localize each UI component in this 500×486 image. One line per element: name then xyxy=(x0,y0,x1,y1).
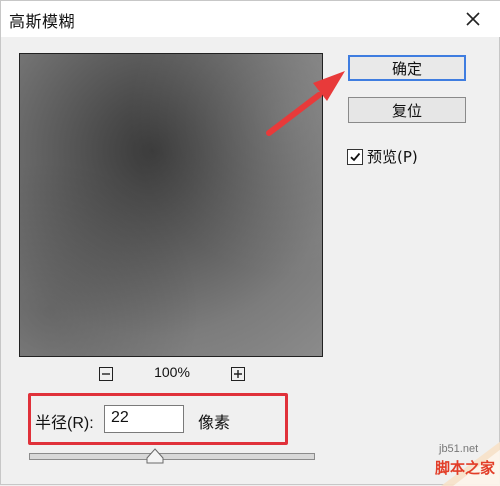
preview-canvas[interactable] xyxy=(19,53,323,357)
radius-input[interactable]: 22 xyxy=(104,405,184,433)
zoom-in-button[interactable] xyxy=(231,367,245,381)
close-icon xyxy=(466,12,480,26)
close-button[interactable] xyxy=(453,5,493,33)
dialog-title: 高斯模糊 xyxy=(9,12,76,31)
title-bar[interactable]: 高斯模糊 xyxy=(1,1,500,37)
reset-button-label: 复位 xyxy=(391,101,422,120)
preview-checkbox-label: 预览(P) xyxy=(367,148,418,166)
ok-button[interactable]: 确定 xyxy=(348,55,466,81)
checkmark-icon xyxy=(350,152,361,161)
ok-button-label: 确定 xyxy=(391,59,422,78)
watermark-site: jb51.net xyxy=(439,443,479,455)
plus-icon xyxy=(234,370,242,378)
radius-label: 半径(R): xyxy=(35,415,94,432)
radius-highlight-box: 半径(R): 22 像素 xyxy=(28,393,288,445)
radius-unit: 像素 xyxy=(198,413,231,432)
preview-checkbox-row[interactable]: 预览(P) xyxy=(347,146,418,167)
preview-checkbox[interactable] xyxy=(347,148,363,165)
minus-icon xyxy=(102,373,110,375)
slider-thumb-icon[interactable] xyxy=(146,448,164,464)
watermark-name: 脚本之家 xyxy=(435,459,496,477)
gaussian-blur-dialog: 高斯模糊 100% 确定 复位 预览(P) 半径(R): 22 像素 jb51.… xyxy=(0,0,500,486)
reset-button[interactable]: 复位 xyxy=(348,97,466,123)
zoom-level: 100% xyxy=(154,364,190,380)
radius-slider-track[interactable] xyxy=(29,453,315,460)
zoom-out-button[interactable] xyxy=(99,367,113,381)
